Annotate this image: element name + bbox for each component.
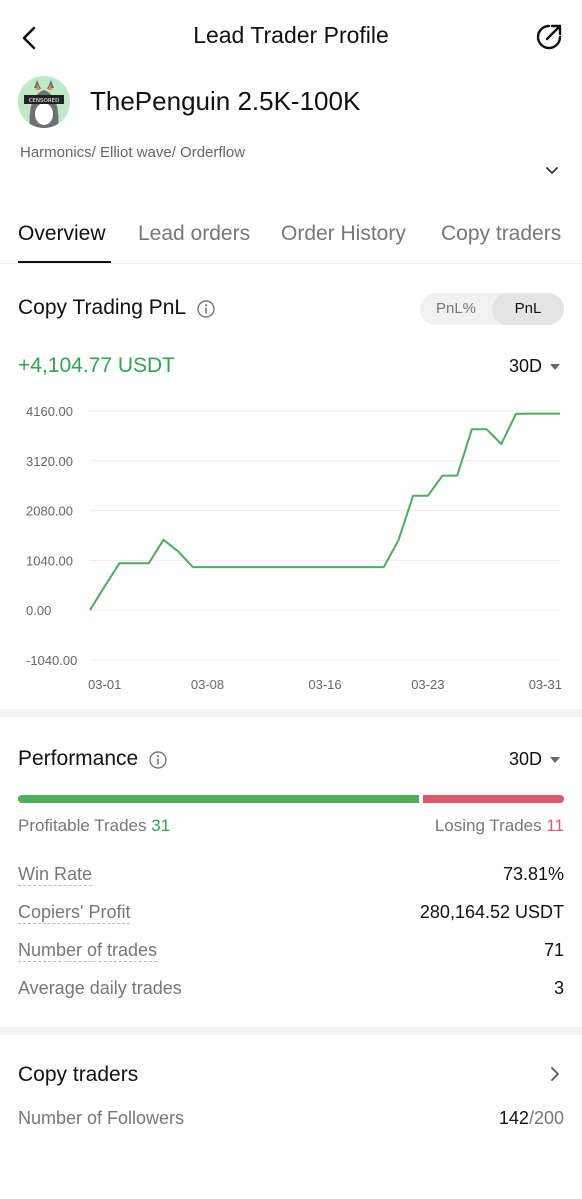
penguin-avatar-icon: CENSORED xyxy=(18,76,70,128)
metric-value: 71 xyxy=(543,940,564,960)
chart-y-tick-label: 2080.00 xyxy=(26,504,73,519)
chevron-right-icon[interactable] xyxy=(548,1066,562,1082)
top-bar: Lead Trader Profile xyxy=(0,0,582,76)
metric-average-daily-trades: Average daily trades 3 xyxy=(18,978,564,1002)
chart-x-tick-label: 03-23 xyxy=(411,677,444,692)
share-icon[interactable] xyxy=(534,22,564,52)
win-loss-ratio-bar xyxy=(18,795,564,803)
followers-max: /200 xyxy=(528,1108,564,1128)
page-title: Lead Trader Profile xyxy=(193,22,389,48)
copy-traders-section[interactable]: Copy traders Number of Followers 142/200 xyxy=(0,1036,582,1196)
chart-x-tick-label: 03-31 xyxy=(529,677,562,692)
chart-y-tick-label: 4160.00 xyxy=(26,404,73,419)
tab-copy-traders[interactable]: Copy traders xyxy=(441,222,561,246)
metric-value: 73.81% xyxy=(502,864,564,884)
active-tab-indicator xyxy=(18,261,111,263)
profitable-trades-label: Profitable Trades xyxy=(18,816,147,835)
pnl-section: Copy Trading PnL PnL% PnL +4,104.77 USDT… xyxy=(0,265,582,709)
performance-period-label: 30D xyxy=(508,749,542,769)
info-icon[interactable] xyxy=(197,300,215,318)
chart-y-tick-label: -1040.00 xyxy=(26,653,77,668)
chart-x-tick-label: 03-08 xyxy=(191,677,224,692)
metric-label[interactable]: Win Rate xyxy=(18,864,93,886)
tab-overview[interactable]: Overview xyxy=(18,222,106,246)
chevron-down-icon[interactable] xyxy=(544,162,560,178)
performance-period-select[interactable]: 30D xyxy=(509,749,560,770)
section-divider xyxy=(0,709,582,717)
metric-value: 280,164.52 USDT xyxy=(419,902,564,922)
metric-number-of-trades: Number of trades 71 xyxy=(18,940,564,964)
pnl-value: +4,104.77 USDT xyxy=(18,354,176,377)
copy-traders-title: Copy traders xyxy=(18,1063,139,1086)
pnl-period-label: 30D xyxy=(508,356,542,376)
metric-win-rate: Win Rate 73.81% xyxy=(18,864,564,888)
performance-section: Performance 30D Profitable Trades 31 Los… xyxy=(0,717,582,1027)
tab-bar: Overview Lead orders Order History Copy … xyxy=(0,210,582,264)
caret-down-icon xyxy=(550,364,560,371)
info-icon[interactable] xyxy=(149,751,167,769)
avatar[interactable]: CENSORED xyxy=(18,76,70,128)
performance-title: Performance xyxy=(18,747,139,770)
followers-label: Number of Followers xyxy=(18,1108,185,1128)
metric-copiers-profit: Copiers' Profit 280,164.52 USDT xyxy=(18,902,564,926)
profitable-trades-count: 31 xyxy=(151,816,171,835)
chart-y-tick-label: 1040.00 xyxy=(26,553,73,568)
chart-y-tick-label: 0.00 xyxy=(26,603,51,618)
pnl-line-chart: 4160.00 3120.00 2080.00 1040.00 0.00 -1040.00… xyxy=(26,404,562,692)
followers-value: 142/200 xyxy=(499,1108,564,1129)
chart-y-tick-label: 3120.00 xyxy=(26,454,73,469)
caret-down-icon xyxy=(550,757,560,764)
metric-label[interactable]: Copiers' Profit xyxy=(18,902,131,924)
section-divider xyxy=(0,1027,582,1035)
chart-x-tick-label: 03-01 xyxy=(88,677,121,692)
tab-order-history[interactable]: Order History xyxy=(281,222,406,246)
loss-ratio-fill xyxy=(423,795,564,803)
losing-trades: Losing Trades 11 xyxy=(435,816,564,836)
chart-x-tick-label: 03-16 xyxy=(308,677,341,692)
losing-trades-label: Losing Trades xyxy=(434,816,542,835)
pnl-period-select[interactable]: 30D xyxy=(509,356,560,377)
chart-series-line xyxy=(89,412,560,611)
metric-label: Average daily trades xyxy=(18,978,182,998)
metric-label[interactable]: Number of trades xyxy=(18,940,158,962)
pnl-percent-option[interactable]: PnL% xyxy=(420,293,492,325)
trader-profile: CENSORED ThePenguin 2.5K-100K Harmonics/… xyxy=(0,76,582,194)
win-ratio-fill xyxy=(18,795,419,803)
profitable-trades: Profitable Trades 31 xyxy=(18,816,170,836)
pnl-toggle: PnL% PnL xyxy=(420,293,564,325)
trader-name: ThePenguin 2.5K-100K xyxy=(90,86,361,116)
trader-bio: Harmonics/ Elliot wave/ Orderflow xyxy=(20,144,246,161)
losing-trades-count: 11 xyxy=(546,816,564,835)
pnl-title: Copy Trading PnL xyxy=(18,296,187,319)
tab-lead-orders[interactable]: Lead orders xyxy=(138,222,250,246)
metric-value: 3 xyxy=(553,978,564,998)
followers-count: 142 xyxy=(498,1108,529,1128)
pnl-absolute-option[interactable]: PnL xyxy=(492,293,564,325)
avatar-censor-text: CENSORED xyxy=(29,98,60,104)
